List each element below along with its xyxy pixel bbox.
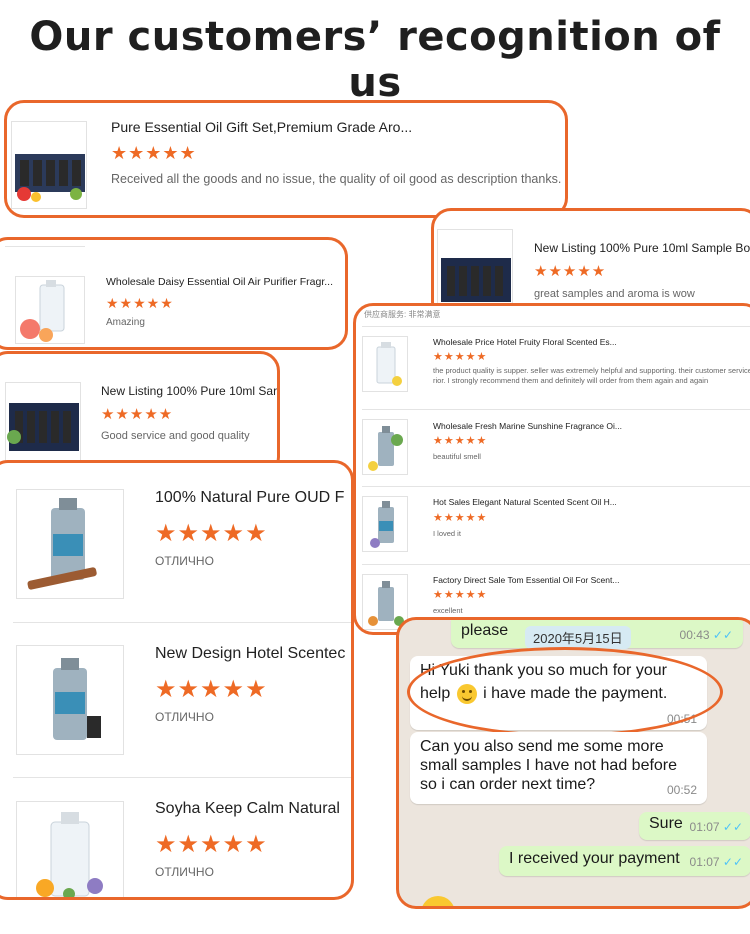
rating-stars: ★★★★★ <box>111 143 197 163</box>
product-thumbnail <box>362 336 408 392</box>
rating-stars: ★★★★★ <box>433 589 488 601</box>
rating-stars: ★★★★★ <box>433 435 488 447</box>
oud-bottle-image <box>27 498 97 590</box>
divider <box>362 486 750 487</box>
review-card-daisy: Wholesale Daisy Essential Oil Air Purifi… <box>0 237 348 350</box>
review-text: Received all the goods and no issue, the… <box>111 172 562 186</box>
message-time: 01:07 ✓✓ <box>689 855 743 869</box>
rating-stars: ★★★★★ <box>534 263 607 280</box>
keep-calm-bottle-image <box>36 812 103 897</box>
read-ticks-icon: ✓✓ <box>722 855 743 869</box>
product-thumbnail <box>16 489 124 599</box>
message-text: I received your payment <box>509 850 680 867</box>
product-name[interactable]: Wholesale Daisy Essential Oil Air Purifi… <box>106 276 338 288</box>
rating-stars: ★★★★★ <box>433 351 488 363</box>
message-text: small samples I have not had before <box>420 757 678 774</box>
supplier-service-header: 供应商服务: 非常满意 <box>364 310 441 319</box>
product-thumbnail <box>15 276 85 344</box>
review-card-gift-set: Pure Essential Oil Gift Set,Premium Grad… <box>4 100 568 218</box>
divider <box>13 622 351 623</box>
bottle-set-image <box>15 154 85 202</box>
chat-message-received: I received your payment 01:07 ✓✓ <box>499 846 750 876</box>
rating-stars: ★★★★★ <box>106 295 174 311</box>
elegant-scent-bottle-image <box>370 501 394 548</box>
divider <box>362 409 750 410</box>
review-text: beautiful smell <box>433 452 481 461</box>
product-name[interactable]: New Listing 100% Pure 10ml Sar <box>101 384 277 398</box>
message-text: Can you also send me some more <box>420 738 664 755</box>
rating-stars: ★★★★★ <box>155 831 268 858</box>
product-thumbnail <box>11 121 87 209</box>
chat-message-sure: Sure 01:07 ✓✓ <box>639 812 750 840</box>
divider <box>5 246 85 247</box>
product-thumbnail <box>16 645 124 755</box>
review-text: the product quality is supper. seller wa… <box>433 366 750 375</box>
rating-stars: ★★★★★ <box>101 406 174 423</box>
chat-message-samples: Can you also send me some more small sam… <box>410 732 707 804</box>
rating-stars: ★★★★★ <box>155 676 268 703</box>
message-text: Sure <box>649 815 683 832</box>
review-text: great samples and aroma is wow <box>534 288 695 300</box>
review-text: Good service and good quality <box>101 430 250 442</box>
product-thumbnail <box>5 382 81 466</box>
review-text: rior. I strongly recommend them and defi… <box>433 376 709 385</box>
review-text: ОТЛИЧНО <box>155 865 214 879</box>
review-card-supplier-list: 供应商服务: 非常满意 Wholesale Price Hotel Fruity… <box>353 303 750 635</box>
review-text: I loved it <box>433 529 461 538</box>
product-thumbnail <box>362 574 408 630</box>
daisy-bottle-image <box>20 280 65 342</box>
chat-card: please 00:43 ✓✓ 2020年5月15日 Hi Yuki thank… <box>396 617 750 909</box>
product-name[interactable]: 100% Natural Pure OUD Fr <box>155 489 345 507</box>
product-name[interactable]: New Design Hotel Scentec <box>155 645 345 663</box>
product-thumbnail <box>362 419 408 475</box>
product-name[interactable]: Wholesale Price Hotel Fruity Floral Scen… <box>433 337 750 347</box>
review-text: ОТЛИЧНО <box>155 710 214 724</box>
product-thumbnail <box>16 801 124 897</box>
divider <box>362 564 750 565</box>
product-name[interactable]: New Listing 100% Pure 10ml Sample Bo <box>534 241 750 255</box>
review-text: excellent <box>433 606 463 615</box>
read-ticks-icon: ✓✓ <box>712 628 733 642</box>
emoji-partial-icon <box>421 896 455 906</box>
message-time: 00:52 <box>666 783 697 797</box>
message-text: so i can order next time? <box>420 776 596 793</box>
message-text: please <box>461 622 509 639</box>
review-text: ОТЛИЧНО <box>155 554 214 568</box>
review-card-oud-list: 100% Natural Pure OUD Fr ★★★★★ ОТЛИЧНО N… <box>0 460 354 900</box>
product-name[interactable]: Wholesale Fresh Marine Sunshine Fragranc… <box>433 421 750 431</box>
product-name[interactable]: Hot Sales Elegant Natural Scented Scent … <box>433 497 750 507</box>
date-badge: 2020年5月15日 <box>525 626 631 649</box>
message-time: 00:43 ✓✓ <box>679 628 733 642</box>
rating-stars: ★★★★★ <box>155 520 268 547</box>
divider <box>13 777 351 778</box>
fruity-floral-bottle-image <box>376 342 402 386</box>
rating-stars: ★★★★★ <box>433 512 488 524</box>
review-card-10ml-sample: New Listing 100% Pure 10ml Sar ★★★★★ Goo… <box>0 351 280 477</box>
product-name[interactable]: Pure Essential Oil Gift Set,Premium Grad… <box>111 119 441 135</box>
divider <box>362 326 750 327</box>
hotel-scent-bottle-image <box>53 658 101 740</box>
page-title: Our customers’ recognition of us <box>29 14 721 106</box>
ten-ml-box-image <box>7 403 79 451</box>
marine-bottle-image <box>368 426 403 471</box>
review-text: Amazing <box>106 317 145 328</box>
message-time: 01:07 ✓✓ <box>689 820 743 834</box>
read-ticks-icon: ✓✓ <box>722 820 743 834</box>
product-name[interactable]: Factory Direct Sale Tom Essential Oil Fo… <box>433 575 750 585</box>
highlight-oval <box>407 647 723 737</box>
product-name[interactable]: Soyha Keep Calm Natural <box>155 800 345 818</box>
product-thumbnail <box>362 496 408 552</box>
